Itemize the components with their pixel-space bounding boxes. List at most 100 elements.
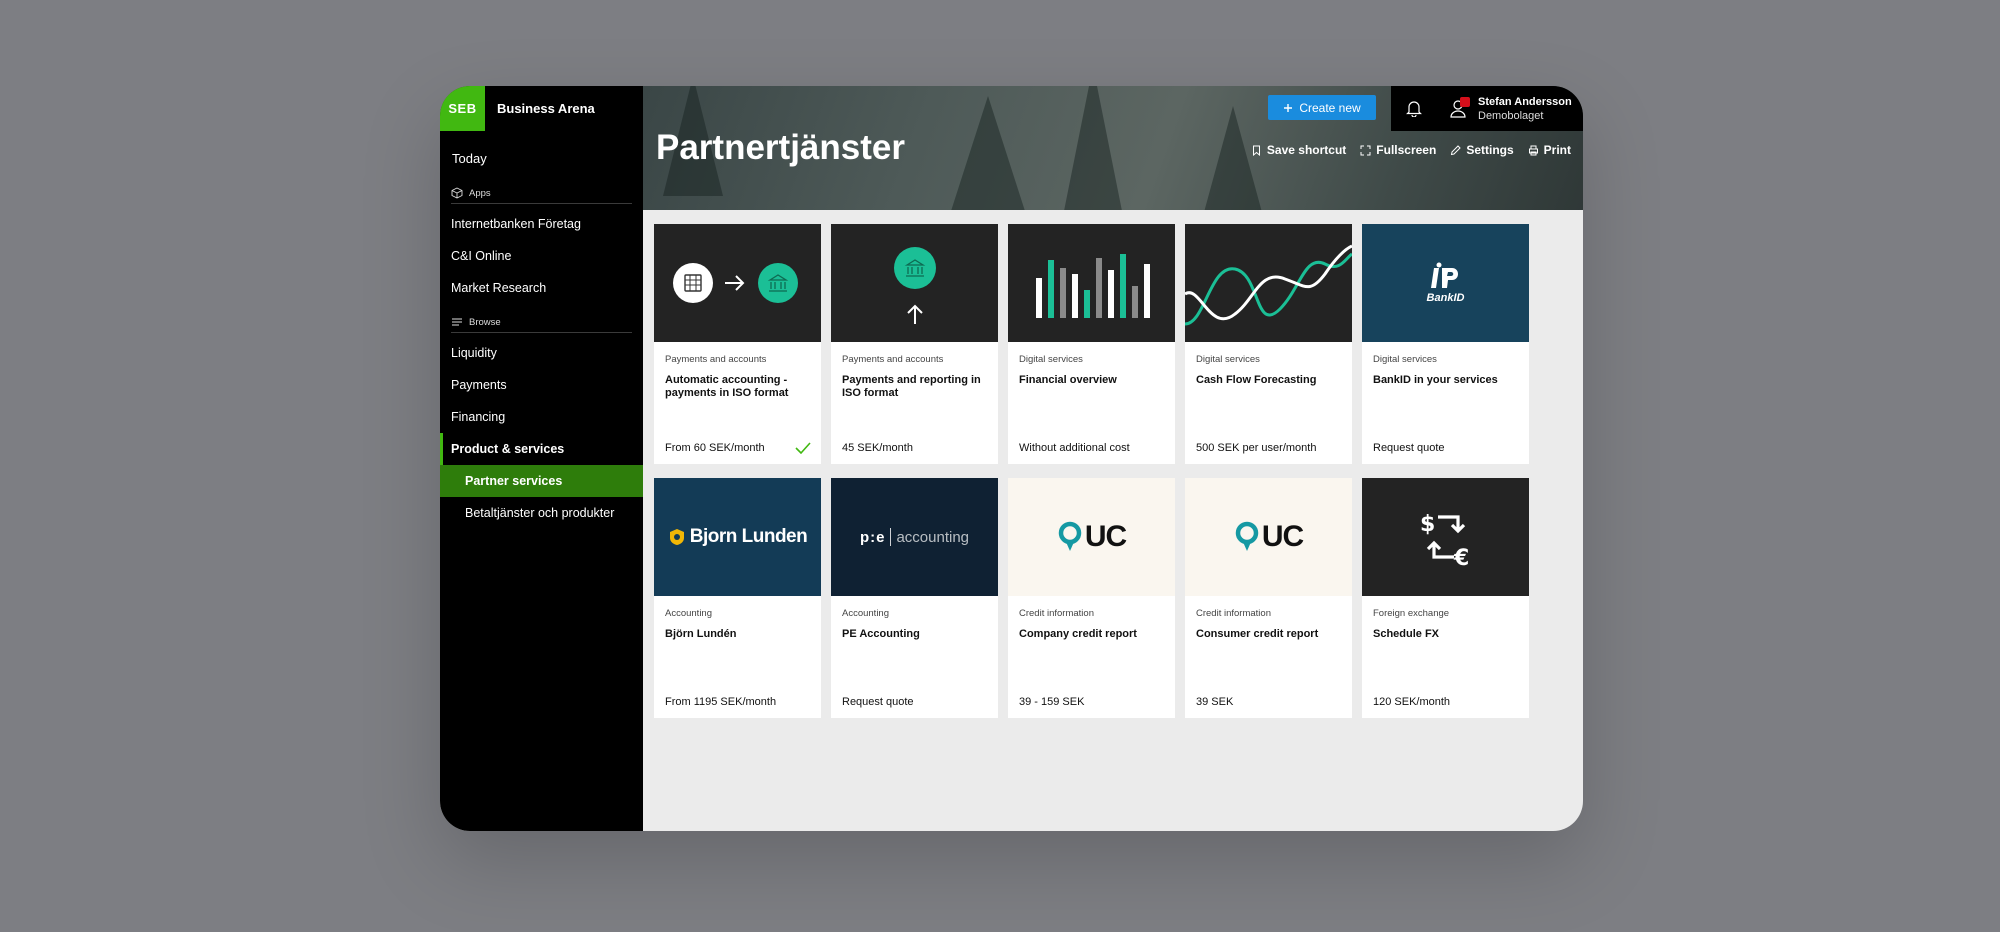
sidebar-item-liquidity[interactable]: Liquidity [440, 337, 643, 369]
card-price: From 1195 SEK/month [665, 696, 777, 708]
section-browse-label: Browse [469, 316, 501, 328]
accounting-wordmark: accounting [896, 528, 970, 546]
card-category: Foreign exchange [1373, 608, 1450, 619]
forest-decoration [1063, 86, 1123, 210]
section-browse: Browse [451, 316, 632, 333]
bjorn-lunden-logo: Bjorn Lunden [668, 526, 808, 548]
user-name: Stefan Andersson [1478, 95, 1572, 108]
card-title: Consumer credit report [1196, 628, 1319, 640]
location-pin-icon [1058, 521, 1082, 551]
card-price: 45 SEK/month [842, 442, 913, 454]
accounting-to-bank-icon [672, 263, 798, 303]
print-label: Print [1543, 143, 1571, 157]
service-card[interactable]: Bjorn Lunden Accounting Björn Lundén Fro… [654, 478, 821, 718]
section-apps: Apps [451, 187, 632, 204]
service-card[interactable]: Digital services Cash Flow Forecasting 5… [1185, 224, 1352, 464]
service-card[interactable]: UC Credit information Consumer credit re… [1185, 478, 1352, 718]
notifications-button[interactable] [1391, 86, 1436, 131]
header-actions: Save shortcut Fullscreen Settings Print [1251, 143, 1571, 157]
bar-chart-icon [1035, 254, 1150, 318]
card-price: From 60 SEK/month [665, 442, 765, 454]
card-title: Björn Lundén [665, 628, 737, 640]
service-card[interactable]: UC Credit information Company credit rep… [1008, 478, 1175, 718]
settings-button[interactable]: Settings [1450, 143, 1514, 157]
sidebar-item-today[interactable]: Today [440, 143, 643, 175]
service-card[interactable]: Digital services Financial overview With… [1008, 224, 1175, 464]
service-card[interactable]: Payments and accounts Payments and repor… [831, 224, 998, 464]
sidebar: SEB Business Arena Today Apps Internetba… [440, 86, 643, 831]
page-title: Partnertjänster [656, 128, 905, 167]
sidebar-item-ci-online[interactable]: C&I Online [440, 240, 643, 272]
card-category: Digital services [1196, 354, 1260, 365]
save-shortcut-label: Save shortcut [1266, 143, 1347, 157]
forest-decoration [1203, 106, 1263, 210]
bankid-mark-icon [1430, 262, 1458, 288]
bell-icon [1405, 101, 1422, 117]
brand[interactable]: SEB Business Arena [440, 86, 643, 131]
user-menu[interactable]: Stefan Andersson Demobolaget [1436, 86, 1583, 131]
user-icon [1450, 96, 1470, 118]
card-price: Without additional cost [1019, 442, 1130, 454]
uc-logo: UC [1057, 520, 1127, 554]
uc-logo: UC [1234, 520, 1304, 554]
svg-text:$: $ [1420, 512, 1435, 537]
save-shortcut-button[interactable]: Save shortcut [1251, 143, 1346, 157]
app-window: SEB Business Arena Today Apps Internetba… [440, 86, 1583, 831]
card-title: Financial overview [1019, 374, 1117, 386]
card-price: 39 SEK [1196, 696, 1234, 708]
sidebar-item-betaltjanster[interactable]: Betaltjänster och produkter [440, 497, 643, 529]
card-illustration [1185, 224, 1352, 342]
bankid-logo: BankID [1426, 262, 1466, 304]
uc-wordmark: UC [1261, 520, 1304, 553]
plus-icon [1284, 103, 1293, 112]
sidebar-item-product-services[interactable]: Product & services [440, 433, 643, 465]
create-new-button[interactable]: Create new [1268, 95, 1376, 120]
card-category: Digital services [1019, 354, 1083, 365]
bankid-wordmark: BankID [1426, 292, 1465, 304]
service-card[interactable]: BankID Digital services BankID in your s… [1362, 224, 1529, 464]
card-title: Automatic accounting - payments in ISO f… [665, 374, 789, 399]
sidebar-item-market-research[interactable]: Market Research [440, 272, 643, 304]
print-button[interactable]: Print [1528, 143, 1571, 157]
card-illustration [1008, 224, 1175, 342]
service-card[interactable]: $ € Foreign exchange Schedule FX 120 SEK… [1362, 478, 1529, 718]
card-price: 120 SEK/month [1373, 696, 1451, 708]
sidebar-item-internetbanken[interactable]: Internetbanken Företag [440, 208, 643, 240]
fullscreen-icon [1360, 145, 1371, 155]
service-card[interactable]: p:e accounting Accounting PE Accounting … [831, 478, 998, 718]
card-category: Payments and accounts [842, 354, 944, 365]
card-illustration: Bjorn Lunden [654, 478, 821, 596]
fullscreen-button[interactable]: Fullscreen [1360, 143, 1436, 157]
partner-services-grid: Payments and accounts Automatic accounti… [654, 224, 1529, 718]
card-title: BankID in your services [1373, 374, 1498, 386]
card-illustration: BankID [1362, 224, 1529, 342]
settings-label: Settings [1466, 143, 1514, 157]
service-card[interactable]: Payments and accounts Automatic accounti… [654, 224, 821, 464]
card-category: Credit information [1196, 608, 1271, 619]
bjorn-lunden-wordmark: Bjorn Lunden [689, 526, 808, 547]
sidebar-item-partner-services[interactable]: Partner services [440, 465, 643, 497]
currency-exchange-icon: $ € [1420, 512, 1469, 567]
card-category: Payments and accounts [665, 354, 767, 365]
user-info: Stefan Andersson Demobolaget [1478, 96, 1572, 122]
card-illustration [654, 224, 821, 342]
pencil-icon [1451, 144, 1462, 155]
brand-name: Business Arena [497, 101, 595, 116]
location-pin-icon [1235, 521, 1259, 551]
cube-icon [451, 187, 463, 199]
card-price: 500 SEK per user/month [1196, 442, 1317, 454]
card-title: Company credit report [1019, 628, 1137, 640]
checkmark-icon [795, 442, 811, 454]
pe-accounting-logo: p:e accounting [860, 528, 969, 546]
notification-badge [1460, 96, 1470, 107]
card-category: Accounting [842, 608, 890, 619]
svg-text:€: € [1453, 546, 1469, 567]
card-illustration: p:e accounting [831, 478, 998, 596]
create-new-label: Create new [1299, 100, 1361, 115]
card-price: Request quote [1373, 442, 1445, 454]
pe-wordmark: p:e [859, 528, 886, 546]
card-title: PE Accounting [842, 628, 920, 640]
sidebar-item-payments[interactable]: Payments [440, 369, 643, 401]
sidebar-item-financing[interactable]: Financing [440, 401, 643, 433]
user-company: Demobolaget [1478, 109, 1544, 122]
